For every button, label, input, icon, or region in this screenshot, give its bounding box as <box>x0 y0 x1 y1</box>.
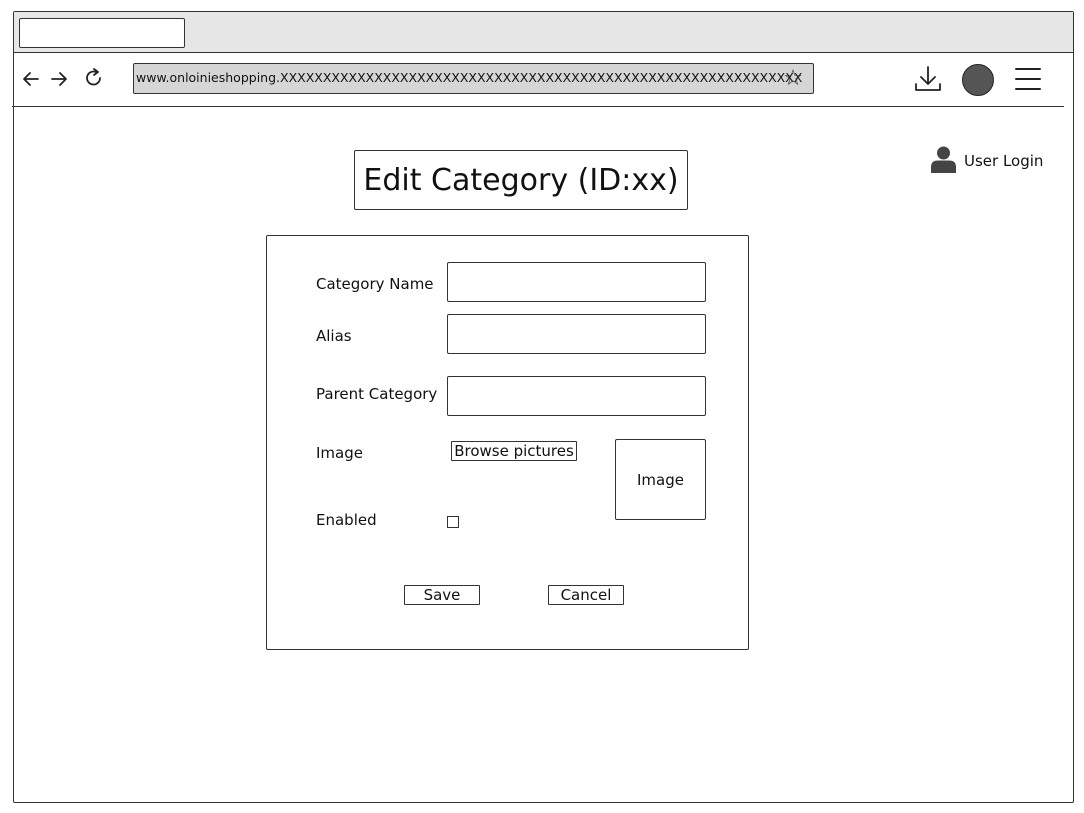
category-name-input[interactable] <box>447 262 706 302</box>
star-icon[interactable]: ☆ <box>780 67 806 91</box>
cancel-button[interactable]: Cancel <box>548 585 624 605</box>
category-name-label: Category Name <box>316 275 434 293</box>
save-button[interactable]: Save <box>404 585 480 605</box>
user-icon <box>930 145 957 177</box>
browser-tab[interactable] <box>19 18 185 48</box>
alias-label: Alias <box>316 327 352 345</box>
user-login-label: User Login <box>964 152 1044 170</box>
hamburger-menu-icon[interactable] <box>1014 66 1042 92</box>
parent-category-label: Parent Category <box>316 385 438 403</box>
page-title: Edit Category (ID:xx) <box>354 150 688 210</box>
url-text: www.onloinieshopping.XXXXXXXXXXXXXXXXXXX… <box>136 70 803 85</box>
toolbar-divider <box>12 106 1064 107</box>
image-preview-label: Image <box>637 470 684 489</box>
back-arrow-icon[interactable] <box>19 67 43 91</box>
parent-category-input[interactable] <box>447 376 706 416</box>
profile-icon[interactable] <box>962 64 994 96</box>
forward-arrow-icon[interactable] <box>47 67 71 91</box>
address-bar[interactable]: www.onloinieshopping.XXXXXXXXXXXXXXXXXXX… <box>133 63 814 94</box>
download-icon[interactable] <box>912 64 944 94</box>
image-label: Image <box>316 444 363 462</box>
enabled-label: Enabled <box>316 511 377 529</box>
alias-input[interactable] <box>447 314 706 354</box>
user-login-link[interactable]: User Login <box>930 145 1043 177</box>
reload-icon[interactable] <box>82 66 106 90</box>
browse-pictures-button[interactable]: Browse pictures <box>451 441 577 461</box>
enabled-checkbox[interactable] <box>447 516 459 528</box>
image-preview: Image <box>615 439 706 520</box>
